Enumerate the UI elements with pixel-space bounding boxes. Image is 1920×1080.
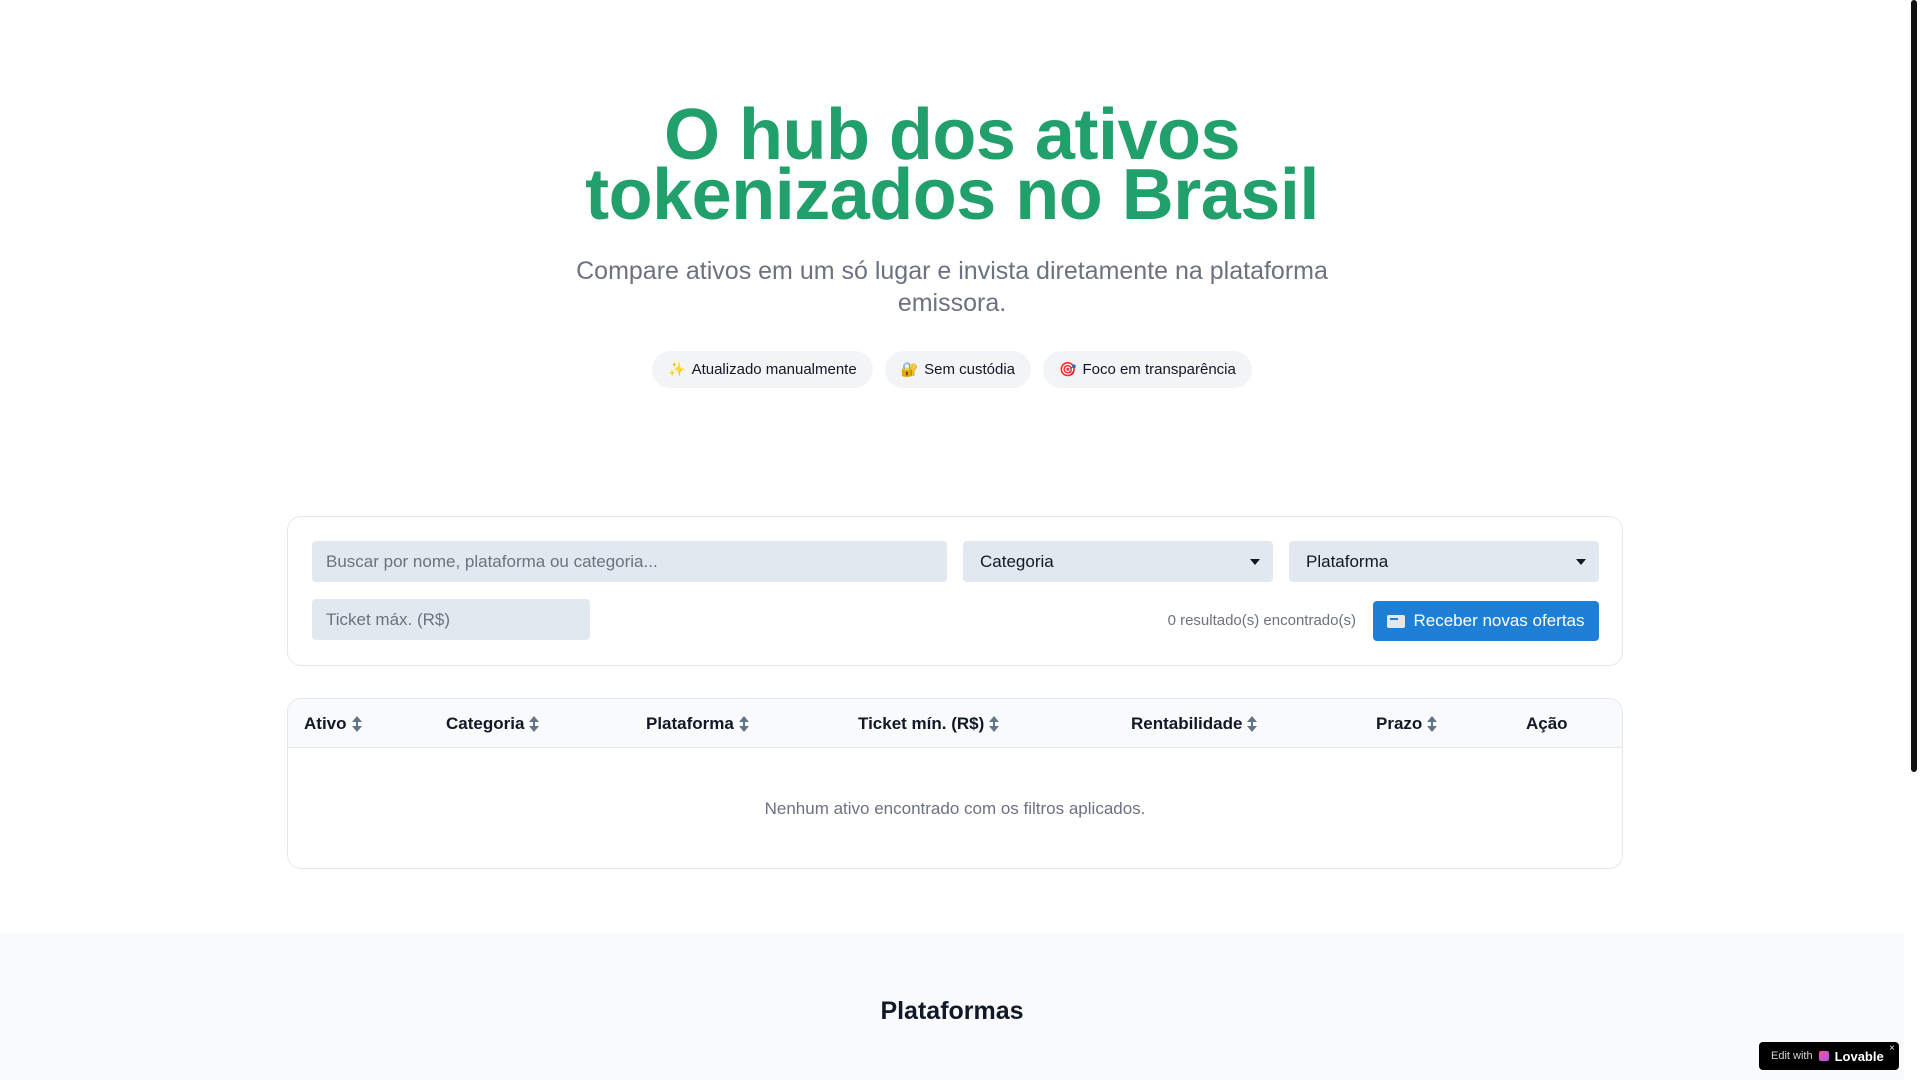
- pill-updated: ✨ Atualizado manualmente: [652, 351, 873, 388]
- column-header-ticket-min[interactable]: Ticket mín. (R$): [858, 699, 1000, 748]
- page: O hub dos ativos tokenizados no Brasil C…: [0, 0, 1904, 1080]
- search-input[interactable]: [312, 541, 947, 582]
- empty-state-message: Nenhum ativo encontrado com os filtros a…: [764, 799, 1146, 818]
- column-label: Ticket mín. (R$): [858, 713, 985, 733]
- table-header: Ativo Categoria Plataforma Ticket mín. (…: [288, 699, 1622, 748]
- platforms-title: Plataformas: [880, 997, 1024, 1025]
- filter-card: Categoria Plataforma 0 resultado(s) enco…: [287, 516, 1623, 666]
- hero-subtitle: Compare ativos em um só lugar e invista …: [576, 257, 1328, 317]
- platforms-section: Plataformas: [0, 933, 1904, 1080]
- category-select[interactable]: Categoria: [963, 541, 1273, 582]
- category-select-value: Categoria: [980, 551, 1054, 571]
- sort-icon: [1427, 715, 1438, 733]
- page-scrollbar[interactable]: [1904, 0, 1920, 1080]
- column-label: Plataforma: [646, 713, 734, 733]
- platform-select-value: Plataforma: [1306, 551, 1389, 571]
- sort-icon: [351, 715, 362, 733]
- assets-table: Ativo Categoria Plataforma Ticket mín. (…: [287, 698, 1623, 869]
- hero-title-line-2: tokenizados no Brasil: [585, 155, 1319, 235]
- badge-edit-label: Edit with: [1771, 1050, 1813, 1062]
- results-count: 0 resultado(s) encontrado(s): [1167, 612, 1356, 629]
- feature-pills: ✨ Atualizado manualmente 🔐 Sem custódia …: [0, 351, 1904, 388]
- pill-label: Foco em transparência: [1082, 361, 1236, 378]
- sort-icon: [738, 715, 749, 733]
- column-label: Prazo: [1376, 713, 1423, 733]
- platform-select[interactable]: Plataforma: [1289, 541, 1599, 582]
- column-label: Categoria: [446, 713, 525, 733]
- chevron-down-icon: [1576, 558, 1586, 565]
- scrollbar-thumb[interactable]: [1911, 0, 1917, 772]
- column-label: Ativo: [304, 713, 347, 733]
- column-header-prazo[interactable]: Prazo: [1376, 699, 1438, 748]
- column-label: Rentabilidade: [1131, 713, 1243, 733]
- sparkles-icon: ✨: [668, 361, 686, 377]
- receive-offers-label: Receber novas ofertas: [1413, 611, 1585, 630]
- edit-with-lovable-badge[interactable]: Edit with Lovable ×: [1759, 1042, 1899, 1070]
- column-header-plataforma[interactable]: Plataforma: [646, 699, 749, 748]
- badge-brand: Lovable: [1834, 1048, 1884, 1064]
- sort-icon: [989, 715, 1000, 733]
- chevron-down-icon: [1250, 558, 1260, 565]
- target-icon: 🎯: [1059, 361, 1077, 377]
- receive-offers-button[interactable]: Receber novas ofertas: [1373, 601, 1599, 641]
- column-header-rentabilidade[interactable]: Rentabilidade: [1131, 699, 1258, 748]
- column-header-categoria[interactable]: Categoria: [446, 699, 540, 748]
- pill-label: Atualizado manualmente: [691, 361, 857, 378]
- column-label: Ação: [1526, 713, 1568, 733]
- sort-icon: [529, 715, 540, 733]
- ticket-max-input[interactable]: [312, 599, 590, 640]
- column-header-acao: Ação: [1526, 699, 1568, 748]
- column-header-ativo[interactable]: Ativo: [304, 699, 362, 748]
- hero-title: O hub dos ativos tokenizados no Brasil: [0, 99, 1904, 235]
- pill-no-custody: 🔐 Sem custódia: [884, 351, 1032, 388]
- pill-transparency: 🎯 Foco em transparência: [1043, 351, 1252, 388]
- pill-label: Sem custódia: [924, 361, 1016, 378]
- lovable-logo-icon: [1818, 1051, 1829, 1061]
- lock-key-icon: 🔐: [900, 361, 919, 377]
- envelope-icon: [1387, 614, 1406, 628]
- sort-icon: [1247, 715, 1258, 733]
- close-icon[interactable]: ×: [1889, 1043, 1895, 1054]
